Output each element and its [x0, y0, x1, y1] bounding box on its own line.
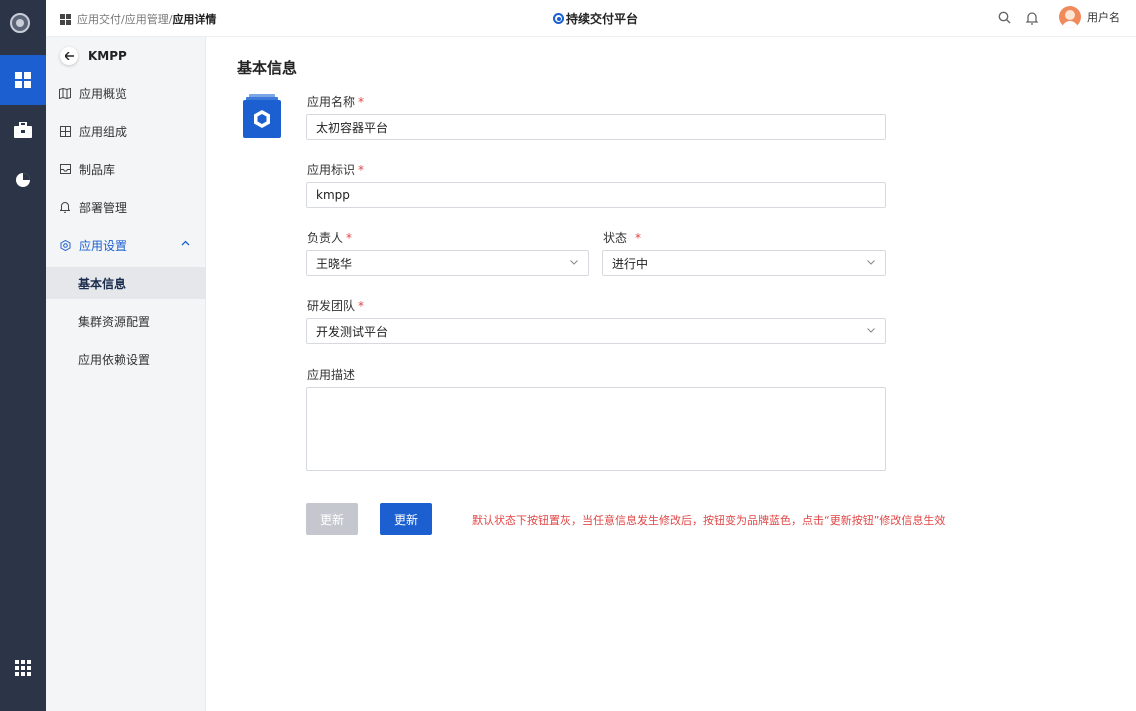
left-rail	[0, 0, 46, 711]
sub-item-label: 基本信息	[78, 276, 127, 291]
nav-item-composition[interactable]: 应用组成	[46, 115, 206, 147]
arrow-left-icon[interactable]	[60, 47, 78, 65]
update-button-disabled[interactable]: 更新	[306, 503, 358, 535]
nav-label: 部署管理	[79, 200, 128, 215]
app-id-input[interactable]: kmpp	[306, 182, 886, 208]
select-value: 开发测试平台	[316, 324, 389, 339]
sub-item-basic-info[interactable]: 基本信息	[46, 267, 206, 299]
brand-logo-icon	[553, 13, 564, 24]
field-label-team: 研发团队 *	[307, 297, 364, 314]
label-text: 研发团队	[307, 299, 356, 313]
search-icon[interactable]	[998, 11, 1011, 24]
nav-label: 制品库	[79, 162, 116, 177]
owner-select[interactable]: 王晓华	[306, 250, 589, 276]
nav-item-settings[interactable]: 应用设置	[46, 229, 206, 261]
side-nav: KMPP 应用概览 应用组成 制品库 部署管理 应用设置 基本信息 集群资源配置…	[46, 37, 206, 711]
required-mark: *	[358, 95, 365, 109]
toolbox-icon[interactable]	[0, 105, 46, 155]
back-button[interactable]: KMPP	[60, 47, 127, 65]
brand: 持续交付平台	[553, 10, 638, 27]
nav-label: 应用概览	[79, 86, 128, 101]
page-title: 基本信息	[237, 59, 298, 77]
app-name-input[interactable]: 太初容器平台	[306, 114, 886, 140]
field-label-owner: 负责人 *	[307, 229, 352, 246]
field-label-id: 应用标识 *	[307, 161, 364, 178]
sub-item-cluster-resources[interactable]: 集群资源配置	[46, 305, 206, 337]
annotation-note: 默认状态下按钮置灰，当任意信息发生修改后，按钮变为品牌蓝色，点击“更新按钮”修改…	[472, 514, 946, 527]
label-text: 应用描述	[307, 368, 356, 382]
update-button[interactable]: 更新	[380, 503, 432, 535]
grid-icon[interactable]	[0, 55, 46, 105]
breadcrumb-item[interactable]: 应用管理	[125, 11, 169, 27]
layout-icon	[59, 125, 71, 137]
top-bar: 应用交付 / 应用管理 / 应用详情 持续交付平台 用户名	[46, 0, 1136, 37]
nav-item-deploy[interactable]: 部署管理	[46, 191, 206, 223]
user-name[interactable]: 用户名	[1087, 9, 1120, 25]
nav-item-artifacts[interactable]: 制品库	[46, 153, 206, 185]
bell-icon	[59, 201, 71, 213]
label-text: 状态	[603, 231, 628, 245]
chevron-down-icon	[867, 260, 875, 265]
status-select[interactable]: 进行中	[602, 250, 886, 276]
grid-small-icon	[60, 13, 71, 25]
select-value: 进行中	[612, 256, 649, 271]
required-mark: *	[358, 163, 365, 177]
gear-icon	[59, 239, 71, 251]
sub-item-label: 应用依赖设置	[78, 352, 151, 367]
chevron-down-icon	[570, 260, 578, 265]
required-mark: *	[346, 231, 353, 245]
nav-item-overview[interactable]: 应用概览	[46, 77, 206, 109]
app-cube-icon	[243, 94, 281, 138]
brand-name: 持续交付平台	[566, 12, 639, 26]
pie-chart-icon[interactable]	[0, 155, 46, 205]
chevron-down-icon	[867, 328, 875, 333]
breadcrumb: 应用交付 / 应用管理 / 应用详情	[60, 11, 216, 27]
label-text: 负责人	[307, 231, 344, 245]
app-code: KMPP	[88, 49, 127, 63]
team-select[interactable]: 开发测试平台	[306, 318, 886, 344]
field-label-status: 状态 *	[603, 229, 641, 246]
nav-label: 应用组成	[79, 124, 128, 139]
sub-item-label: 集群资源配置	[78, 314, 151, 329]
select-value: 王晓华	[316, 256, 353, 271]
nav-label: 应用设置	[79, 238, 128, 253]
breadcrumb-item[interactable]: 应用交付	[77, 11, 121, 27]
required-mark: *	[635, 231, 642, 245]
description-textarea[interactable]	[306, 387, 886, 471]
label-text: 应用名称	[307, 95, 356, 109]
label-text: 应用标识	[307, 163, 356, 177]
breadcrumb-current: 应用详情	[172, 13, 217, 26]
field-label-name: 应用名称 *	[307, 93, 364, 110]
bell-icon[interactable]	[1026, 11, 1038, 25]
sub-item-dependencies[interactable]: 应用依赖设置	[46, 343, 206, 375]
inbox-icon	[59, 163, 71, 175]
platform-logo[interactable]	[10, 13, 30, 33]
input-value: 太初容器平台	[316, 120, 389, 135]
avatar[interactable]	[1059, 6, 1081, 28]
chevron-up-icon[interactable]	[181, 240, 190, 246]
input-value: kmpp	[316, 188, 350, 202]
field-label-desc: 应用描述	[307, 366, 355, 383]
user-menu[interactable]: 用户名	[1059, 6, 1120, 28]
required-mark: *	[358, 299, 365, 313]
apps-icon[interactable]	[0, 643, 46, 693]
map-icon	[59, 87, 71, 99]
